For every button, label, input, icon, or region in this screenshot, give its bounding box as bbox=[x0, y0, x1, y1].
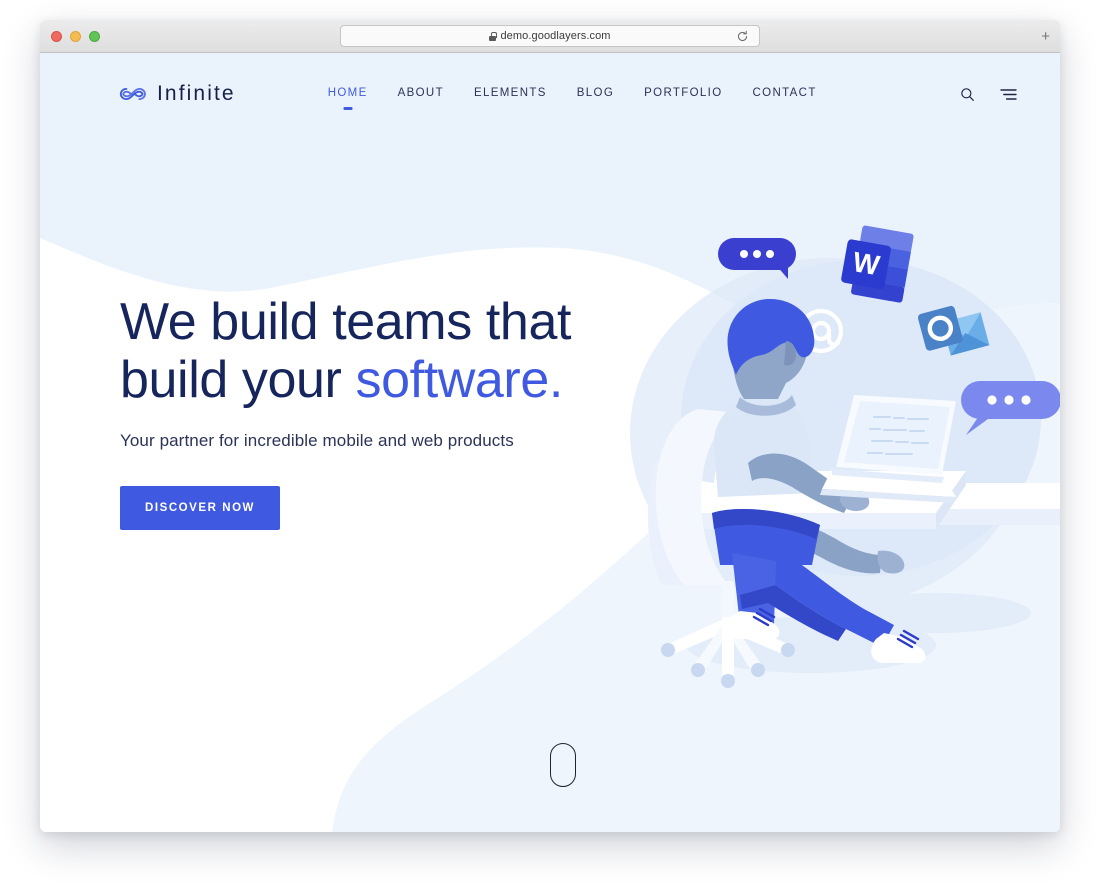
hero-title-accent: software. bbox=[355, 351, 564, 410]
address-bar[interactable]: demo.goodlayers.com bbox=[340, 25, 760, 47]
hero-title-line-2: build your bbox=[120, 351, 356, 410]
nav-item-contact[interactable]: CONTACT bbox=[753, 87, 817, 101]
nav-item-portfolio[interactable]: PORTFOLIO bbox=[644, 87, 722, 101]
minimize-window-button[interactable] bbox=[70, 30, 81, 42]
page-viewport: Infinite HOME ABOUT ELEMENTS BLOG PORTFO… bbox=[40, 53, 1060, 832]
nav-label-home: HOME bbox=[327, 87, 368, 99]
header-tools bbox=[957, 84, 1018, 104]
person-working-at-desk-illustration: W bbox=[647, 225, 1060, 688]
chat-bubble-dark bbox=[718, 238, 796, 279]
site-logo-text: Infinite bbox=[157, 82, 236, 105]
main-navigation: HOME ABOUT ELEMENTS BLOG PORTFOLIO CONTA… bbox=[327, 87, 817, 110]
nav-item-home[interactable]: HOME bbox=[327, 87, 368, 110]
window-traffic-lights[interactable] bbox=[51, 30, 100, 42]
site-header: Infinite HOME ABOUT ELEMENTS BLOG PORTFO… bbox=[40, 53, 1060, 135]
discover-now-button[interactable]: DISCOVER NOW bbox=[120, 486, 280, 531]
page-title: We build teams that build your software. bbox=[120, 293, 640, 409]
maximize-window-button[interactable] bbox=[89, 30, 100, 42]
nav-item-about[interactable]: ABOUT bbox=[398, 87, 444, 101]
nav-item-blog[interactable]: BLOG bbox=[577, 87, 614, 101]
hamburger-menu-icon[interactable] bbox=[998, 84, 1018, 104]
hero-title-line-1: We build teams that bbox=[120, 293, 572, 351]
mouse-scroll-icon[interactable] bbox=[550, 743, 576, 787]
hero-section: We build teams that build your software.… bbox=[120, 293, 640, 531]
address-bar-content: demo.goodlayers.com bbox=[489, 30, 610, 42]
search-icon[interactable] bbox=[957, 84, 977, 104]
new-tab-button[interactable]: + bbox=[1041, 29, 1050, 44]
nav-active-underline bbox=[343, 107, 353, 110]
hero-subtitle: Your partner for incredible mobile and w… bbox=[120, 431, 514, 451]
nav-item-elements[interactable]: ELEMENTS bbox=[474, 87, 547, 101]
infinity-logo-icon bbox=[119, 87, 146, 101]
site-logo[interactable]: Infinite bbox=[118, 82, 236, 106]
url-text: demo.goodlayers.com bbox=[500, 30, 611, 42]
lock-icon bbox=[489, 31, 497, 41]
browser-titlebar: demo.goodlayers.com + bbox=[40, 20, 1060, 53]
close-window-button[interactable] bbox=[51, 30, 62, 42]
browser-window: demo.goodlayers.com + Infinite HOME ABOU… bbox=[40, 20, 1060, 832]
reload-icon[interactable] bbox=[736, 30, 749, 43]
